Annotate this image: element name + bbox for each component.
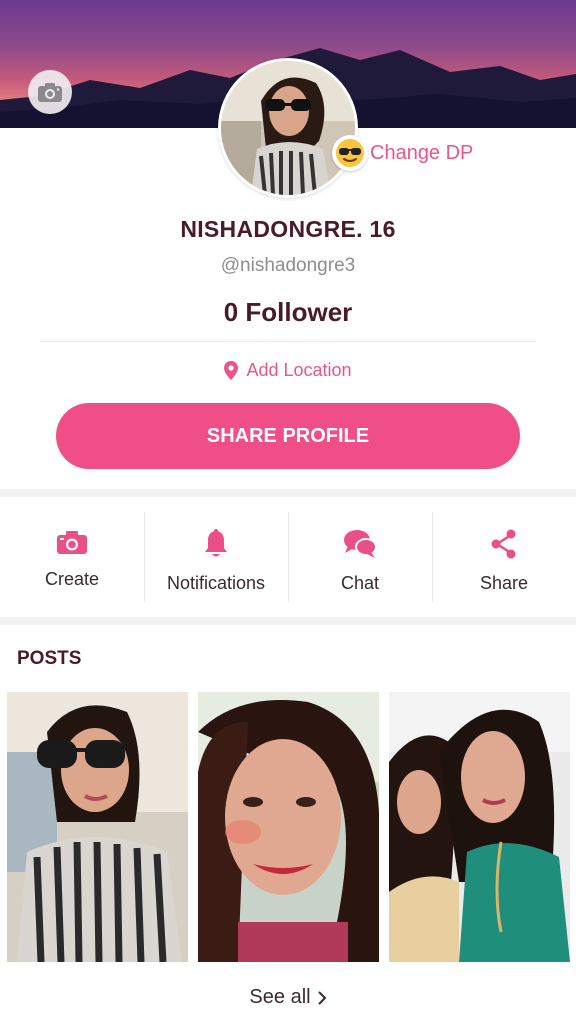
notifications-label: Notifications (166, 573, 266, 593)
share-label: Share (479, 573, 529, 593)
bell-icon (205, 529, 227, 557)
section-separator (0, 489, 576, 497)
chat-bubbles-icon (344, 530, 377, 558)
sunglasses-emoji-icon[interactable] (332, 135, 368, 171)
profile-name: NISHADONGRE. 16 (180, 216, 396, 242)
location-pin-icon (224, 361, 239, 380)
create-button[interactable]: Create (0, 497, 144, 617)
divider (40, 341, 536, 342)
chat-button[interactable]: Chat (288, 497, 432, 617)
camera-icon (38, 83, 62, 102)
share-icon (491, 529, 516, 559)
change-cover-button[interactable] (28, 70, 72, 114)
notifications-button[interactable]: Notifications (144, 497, 288, 617)
profile-handle: @nishadongre3 (220, 255, 356, 276)
camera-icon (57, 531, 87, 554)
posts-heading: POSTS (17, 648, 82, 669)
profile-avatar[interactable] (218, 58, 358, 198)
section-separator (0, 617, 576, 625)
share-profile-button[interactable]: SHARE PROFILE (56, 403, 520, 469)
post-thumbnail[interactable] (7, 692, 188, 962)
see-all-link[interactable]: See all (0, 986, 576, 1009)
add-location-label: Add Location (246, 360, 352, 380)
follower-count[interactable]: 0 Follower (0, 297, 576, 328)
create-label: Create (44, 569, 100, 589)
share-button[interactable]: Share (432, 497, 576, 617)
chat-label: Chat (340, 573, 380, 593)
post-thumbnail[interactable] (198, 692, 379, 962)
change-dp-link[interactable]: Change DP (370, 142, 473, 165)
add-location-link[interactable]: Add Location (0, 360, 576, 381)
post-thumbnail[interactable] (389, 692, 570, 962)
action-bar: Create Notifications Chat Share (0, 497, 576, 617)
chevron-right-icon (317, 990, 326, 1005)
see-all-label: See all (249, 986, 311, 1008)
